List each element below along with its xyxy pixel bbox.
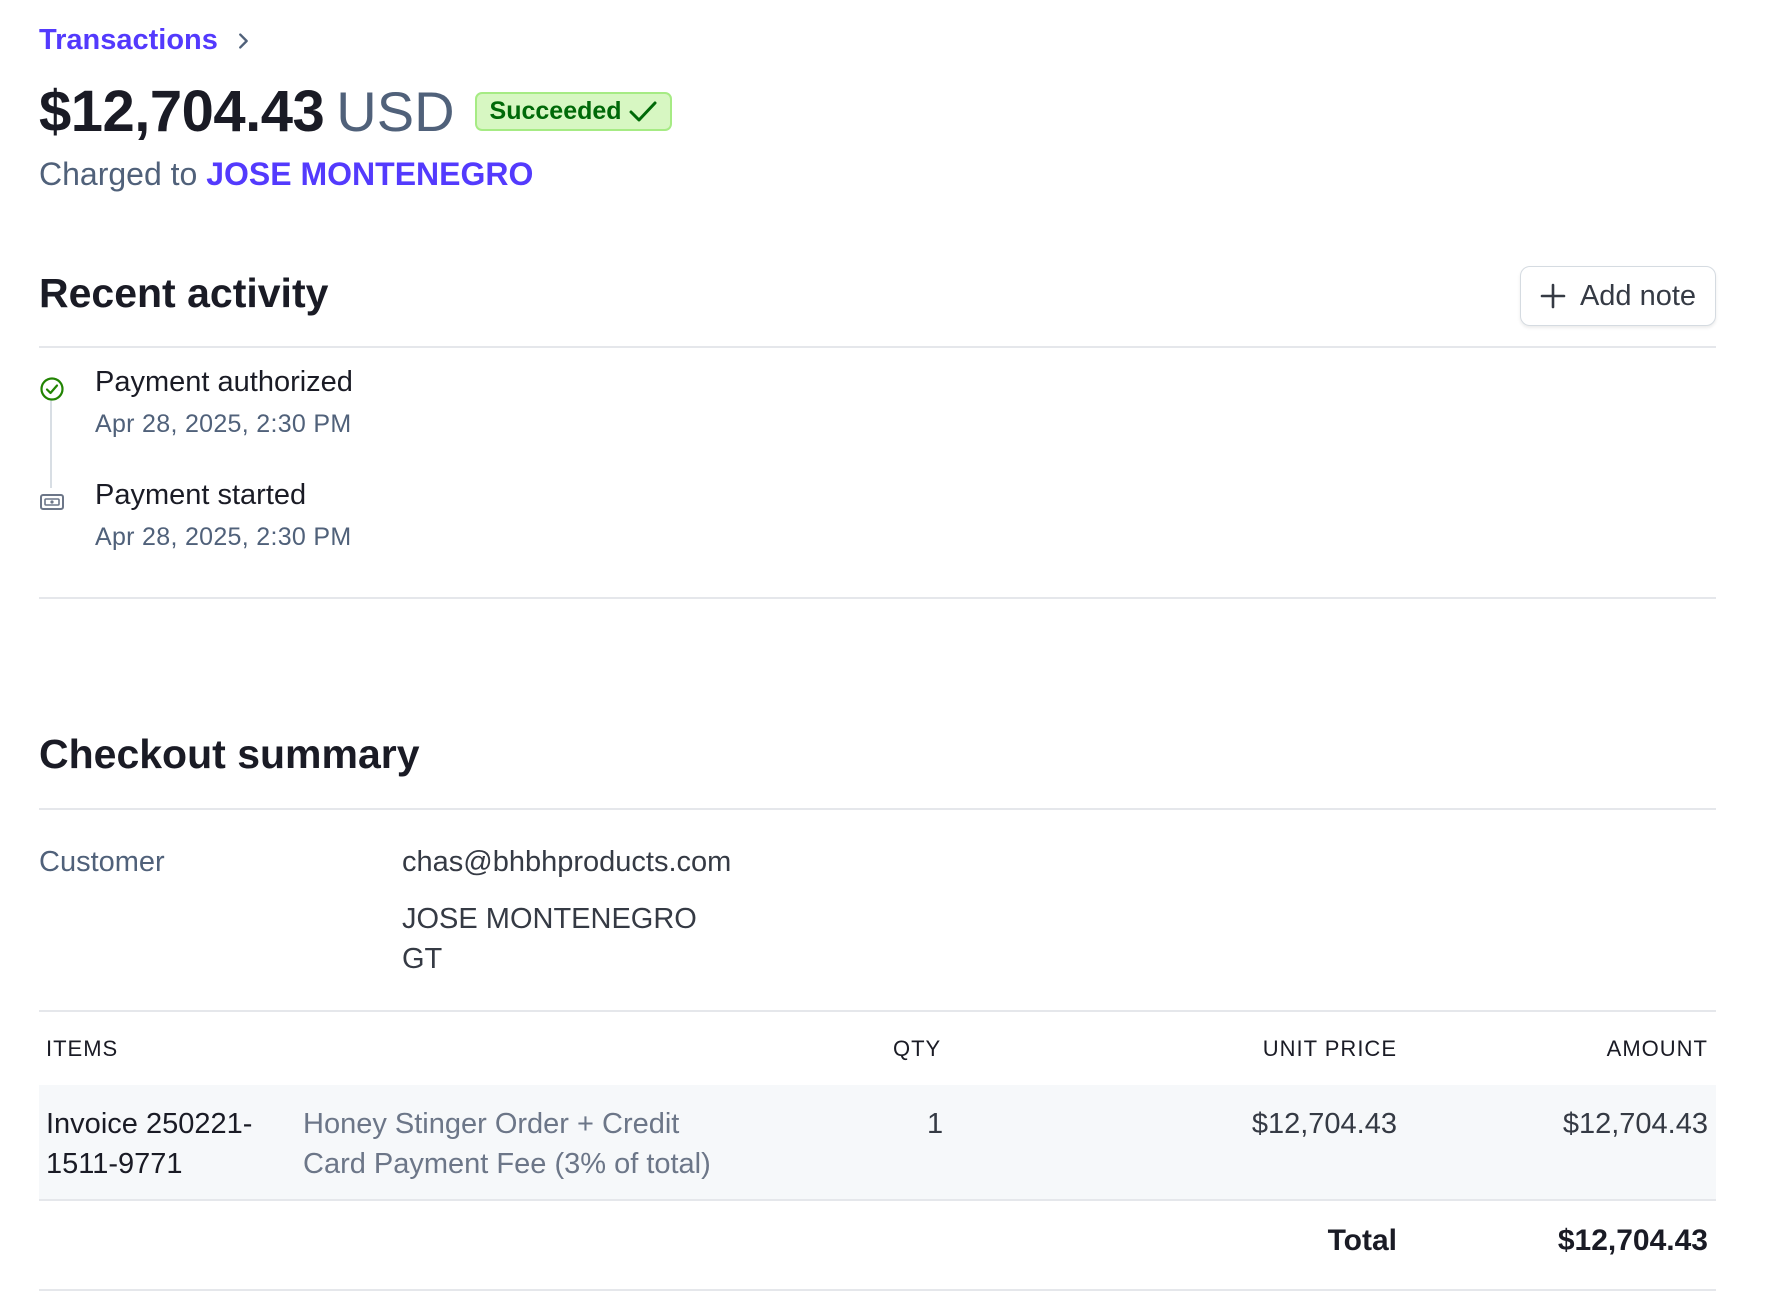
add-note-button[interactable]: Add note (1520, 266, 1716, 326)
transaction-detail-page: Transactions $12,704.43 USD Succeeded Ch… (0, 0, 1768, 1300)
checkmark-icon (629, 101, 657, 121)
charged-to: Charged to JOSE MONTENEGRO (39, 156, 533, 193)
item-unit-price: $12,704.43 (1251, 1108, 1397, 1140)
payment-icon (40, 494, 64, 510)
timeline-connector (50, 398, 52, 488)
column-header-items: ITEMS (46, 1036, 119, 1061)
payment-currency: USD (336, 80, 455, 143)
divider (39, 346, 1716, 348)
status-badge-label: Succeeded (489, 97, 622, 125)
recent-activity-title: Recent activity (39, 270, 329, 316)
item-description: Honey Stinger Order + Credit Card Paymen… (303, 1104, 711, 1184)
activity-time: Apr 28, 2025, 2:30 PM (95, 523, 352, 551)
activity-time: Apr 28, 2025, 2:30 PM (95, 410, 352, 438)
total-amount: $12,704.43 (1557, 1224, 1708, 1257)
item-description-line: Honey Stinger Order + Credit (303, 1108, 680, 1140)
customer-name: JOSE MONTENEGRO (402, 903, 697, 935)
plus-icon (1540, 283, 1566, 309)
column-header-amount: AMOUNT (1606, 1036, 1708, 1061)
charged-to-prefix: Charged to (39, 156, 198, 192)
status-badge: Succeeded (474, 92, 672, 131)
checkout-summary-title: Checkout summary (39, 731, 420, 777)
column-header-qty: QTY (893, 1036, 942, 1061)
chevron-right-icon (238, 32, 248, 49)
item-name: Invoice 250221- 1511-9771 (46, 1104, 252, 1184)
total-label: Total (1327, 1224, 1397, 1257)
divider (39, 597, 1716, 599)
item-amount: $12,704.43 (1562, 1108, 1708, 1140)
item-name-line: Invoice 250221- (46, 1108, 253, 1140)
divider (39, 1289, 1716, 1291)
customer-name-link[interactable]: JOSE MONTENEGRO (206, 156, 533, 192)
divider (39, 1199, 1716, 1201)
column-header-unit-price: UNIT PRICE (1262, 1036, 1397, 1061)
item-qty: 1 (927, 1108, 944, 1140)
table-row (39, 1085, 1716, 1199)
customer-country: GT (402, 943, 443, 975)
breadcrumb: Transactions (39, 24, 254, 57)
divider (39, 1010, 1716, 1012)
check-circle-icon (40, 377, 64, 401)
customer-email: chas@bhbhproducts.com (402, 846, 732, 878)
divider (39, 808, 1716, 810)
activity-title: Payment started (95, 479, 307, 511)
customer-label: Customer (39, 846, 165, 878)
activity-title: Payment authorized (95, 366, 353, 398)
breadcrumb-transactions-link[interactable]: Transactions (39, 24, 218, 57)
item-name-line: 1511-9771 (46, 1148, 183, 1180)
payment-amount: $12,704.43 (39, 79, 325, 144)
add-note-label: Add note (1579, 279, 1697, 312)
amount-header: $12,704.43 USD Succeeded (39, 78, 672, 145)
item-description-line: Card Payment Fee (3% of total) (303, 1148, 711, 1180)
